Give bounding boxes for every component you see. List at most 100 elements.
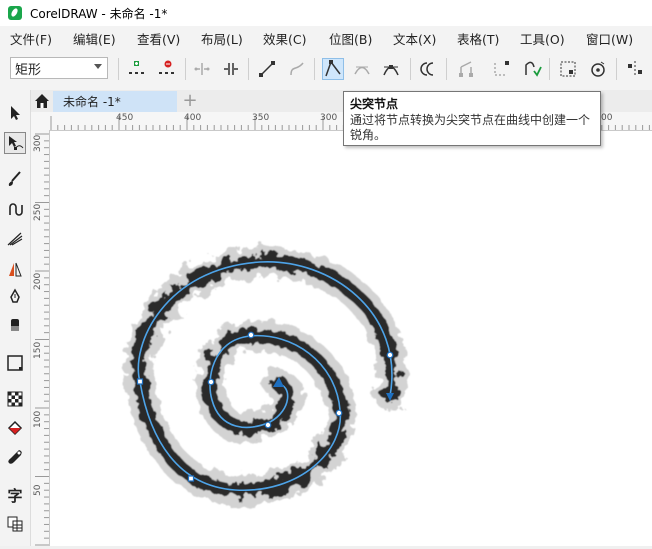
shape-tool-icon: [9, 136, 24, 150]
rectangle-tool[interactable]: [4, 352, 26, 374]
cusp-node-icon: [325, 60, 341, 77]
artistic-media-tool[interactable]: [4, 168, 26, 190]
table-tool[interactable]: [4, 512, 26, 534]
extend-curve-button[interactable]: [455, 58, 477, 80]
eyedropper-icon: [8, 450, 22, 464]
ruler-label: 200: [33, 272, 43, 290]
tooltip: 尖突节点 通过将节点转换为尖突节点在曲线中创建一个锐角。: [343, 91, 601, 146]
ink-brush-stroke: [123, 246, 407, 506]
table-icon: [7, 516, 23, 532]
reverse-direction-button[interactable]: [418, 58, 440, 80]
menu-file[interactable]: 文件(F): [10, 29, 52, 48]
extract-subpath-icon: [494, 61, 509, 76]
menu-text[interactable]: 文本(X): [393, 29, 436, 48]
add-tab-button[interactable]: +: [181, 92, 199, 110]
extract-subpath-button[interactable]: [490, 58, 512, 80]
to-curve-button[interactable]: [286, 58, 308, 80]
vertical-ruler[interactable]: 300 250 200 150 100 50: [31, 130, 50, 546]
menu-layout[interactable]: 布局(L): [201, 29, 243, 48]
auto-close-icon: [525, 61, 542, 77]
selection-mode-dropdown[interactable]: 矩形: [10, 57, 108, 79]
chevron-down-icon: [94, 64, 102, 69]
rectangle-icon: [7, 355, 23, 371]
select-all-nodes-icon: [560, 61, 576, 77]
add-node-button[interactable]: [125, 58, 147, 80]
join-nodes-button[interactable]: [191, 58, 213, 80]
freehand-tool[interactable]: [4, 198, 26, 220]
checkerboard-icon: [7, 391, 23, 407]
shape-tool[interactable]: [4, 132, 26, 154]
symmetrical-node-button[interactable]: [380, 58, 402, 80]
triangle-ruler-icon: [9, 262, 22, 277]
ruler-label: 450: [116, 113, 134, 123]
home-tab[interactable]: [31, 90, 53, 112]
menu-bitmaps[interactable]: 位图(B): [329, 29, 372, 48]
join-nodes-icon: [194, 63, 210, 75]
brush-icon: [8, 171, 21, 186]
pen-tool[interactable]: [4, 286, 26, 308]
break-curve-button[interactable]: [220, 58, 242, 80]
ruler-label: 50: [33, 484, 43, 496]
elastic-mode-icon: [591, 61, 605, 77]
break-curve-icon: [224, 63, 238, 75]
symmetrical-node-icon: [383, 65, 399, 76]
dimension-tool[interactable]: [4, 258, 26, 280]
toolbar-divider: [410, 58, 411, 80]
window-title: CorelDRAW - 未命名 -1*: [30, 6, 168, 21]
document-tab-label: 未命名 -1*: [63, 95, 121, 109]
toolbar-divider: [185, 58, 186, 80]
auto-close-button[interactable]: [521, 58, 543, 80]
pen-nib-icon: [10, 288, 20, 303]
align-nodes-button[interactable]: [624, 58, 646, 80]
text-tool[interactable]: 字: [4, 484, 26, 506]
menu-table[interactable]: 表格(T): [457, 29, 499, 48]
cusp-node-button[interactable]: [322, 58, 344, 80]
drawing-canvas[interactable]: [50, 131, 652, 546]
smooth-node-icon: [354, 66, 370, 75]
ruler-label: 00: [601, 113, 613, 123]
menu-window[interactable]: 窗口(W): [586, 29, 633, 48]
smart-fill-tool[interactable]: [4, 228, 26, 250]
eraser-icon: [11, 319, 19, 331]
smooth-node-button[interactable]: [351, 58, 373, 80]
ruler-label: 100: [33, 410, 43, 428]
toolbar-divider: [446, 58, 447, 80]
title-bar: CorelDRAW - 未命名 -1*: [0, 0, 652, 26]
color-eyedropper-tool[interactable]: [4, 446, 26, 468]
menu-bar: 文件(F) 编辑(E) 查看(V) 布局(L) 效果(C) 位图(B) 文本(X…: [0, 26, 652, 49]
add-node-icon: [129, 61, 144, 74]
tooltip-title: 尖突节点: [350, 97, 399, 111]
line-segment-icon: [259, 61, 275, 77]
select-all-nodes-button[interactable]: [557, 58, 579, 80]
transparency-tool[interactable]: [4, 388, 26, 410]
interactive-fill-tool[interactable]: [4, 418, 26, 440]
paint-bucket-icon: [7, 420, 23, 436]
pick-tool[interactable]: [4, 102, 26, 124]
toolbar-divider: [314, 58, 315, 80]
curve-segment-icon: [290, 62, 304, 76]
reverse-direction-icon: [420, 62, 434, 76]
menu-view[interactable]: 查看(V): [137, 29, 180, 48]
ruler-label: 400: [184, 113, 202, 123]
delete-node-button[interactable]: [155, 58, 177, 80]
elastic-mode-button[interactable]: [587, 58, 609, 80]
toolbar-divider: [248, 58, 249, 80]
ruler-label: 300: [320, 113, 338, 123]
selection-mode-value: 矩形: [15, 62, 42, 78]
delete-node-icon: [159, 60, 174, 74]
extend-curve-icon: [459, 61, 473, 77]
tooltip-body: 通过将节点转换为尖突节点在曲线中创建一个锐角。: [350, 113, 591, 142]
ruler-label: 350: [252, 113, 270, 123]
home-icon: [35, 94, 49, 108]
ruler-label: 300: [33, 134, 43, 152]
freehand-curve-icon: [9, 203, 23, 216]
document-tab[interactable]: 未命名 -1*: [53, 91, 177, 112]
eraser-tool[interactable]: [4, 314, 26, 336]
menu-effects[interactable]: 效果(C): [263, 29, 306, 48]
menu-tools[interactable]: 工具(O): [520, 29, 565, 48]
spiral-artwork: [123, 246, 407, 506]
menu-edit[interactable]: 编辑(E): [73, 29, 116, 48]
toolbar-divider: [616, 58, 617, 80]
property-bar: 矩形: [0, 48, 652, 91]
to-line-button[interactable]: [256, 58, 278, 80]
